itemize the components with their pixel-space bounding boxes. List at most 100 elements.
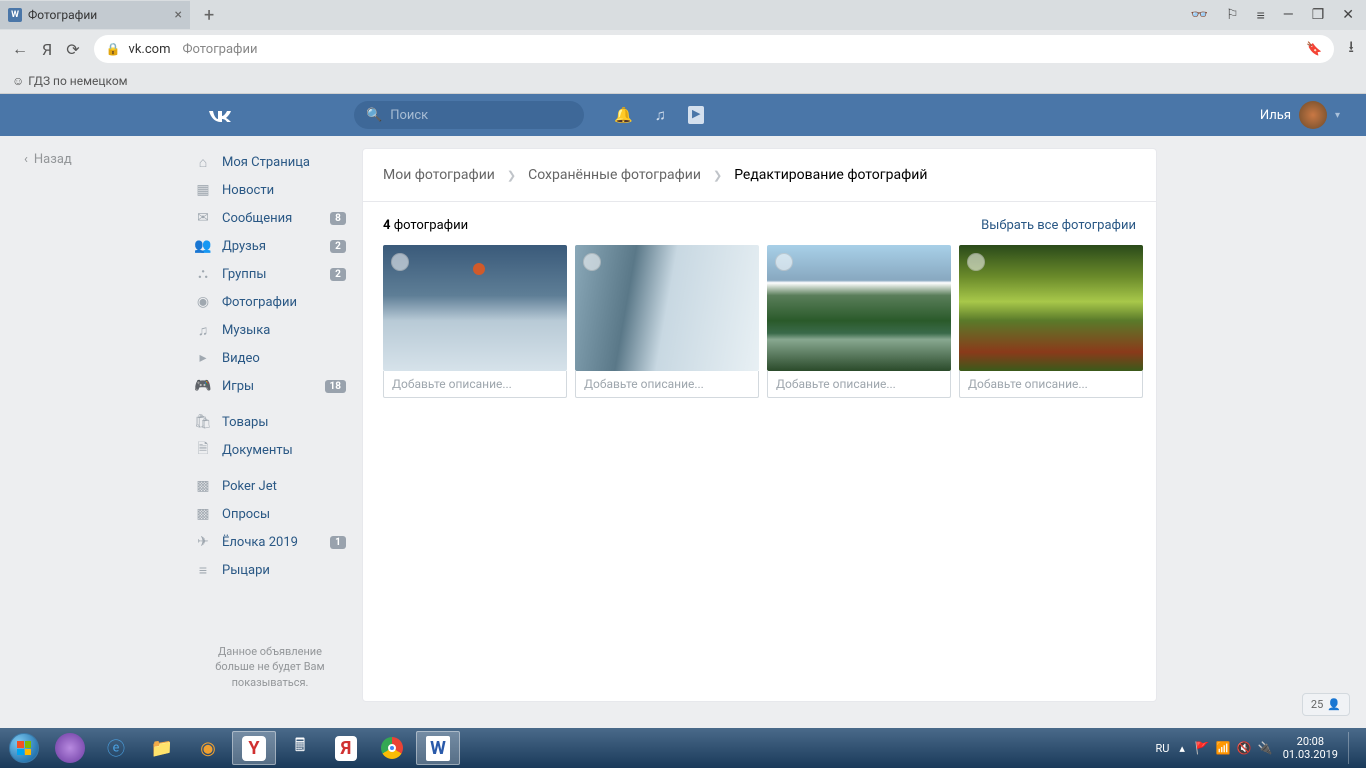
tray-power-icon[interactable]: 🔌 [1258,741,1273,755]
photo-caption-input[interactable]: Добавьте описание... [767,371,951,398]
sidebar-item-video[interactable]: ▸Видео [188,344,352,372]
photo-thumbnail[interactable] [959,245,1143,371]
bag-icon: 🛍 [194,414,212,430]
sidebar-item-label: Друзья [222,239,266,254]
sidebar-item-label: Рыцари [222,563,270,578]
ad-dismissed-note: Данное объявление больше не будет Вам по… [188,644,352,690]
photo-select-checkbox[interactable] [775,253,793,271]
sidebar-item-label: Документы [222,443,293,458]
user-menu[interactable]: Илья ▾ [1260,101,1340,129]
windows-taskbar: ⓔ 📁 ◉ Y 🖩 Я W RU ▴ 🚩 📶 🔇 🔌 20:08 01.03.2… [0,728,1366,768]
tab-close-icon[interactable]: × [175,7,182,23]
sidebar-item-friends[interactable]: 👥Друзья2 [188,232,352,260]
app-icon: ▩ [194,506,212,522]
sidebar-item-label: Музыка [222,323,270,338]
sidebar-item-pokerjet[interactable]: ▩Poker Jet [188,472,352,500]
breadcrumb-saved-photos[interactable]: Сохранённые фотографии [528,167,701,183]
sidebar-item-label: Новости [222,183,274,198]
sidebar-item-label: Группы [222,267,266,282]
taskbar-yandex-icon[interactable]: Я [324,731,368,765]
play-icon[interactable]: ▶ [688,106,704,124]
photo-caption-input[interactable]: Добавьте описание... [575,371,759,398]
news-icon: ▦ [194,182,212,198]
search-input[interactable]: 🔍 Поиск [354,101,584,129]
back-link[interactable]: ‹ Назад [24,152,188,167]
url-field[interactable]: 🔒 vk.com Фотографии 🔖 [94,35,1335,63]
maximize-button[interactable]: ❐ [1312,7,1325,24]
taskbar-clock[interactable]: 20:08 01.03.2019 [1283,735,1338,761]
sidebar-item-music[interactable]: ♫Музыка [188,316,352,344]
person-icon: 👤 [1327,698,1341,711]
taskbar-word-icon[interactable]: W [416,731,460,765]
minimize-button[interactable]: — [1283,7,1294,24]
sidebar-item-photos[interactable]: ◉Фотографии [188,288,352,316]
breadcrumb-my-photos[interactable]: Мои фотографии [383,167,495,183]
show-desktop-button[interactable] [1348,732,1356,764]
music-icon[interactable]: ♫ [655,106,666,124]
incognito-icon[interactable]: 👓 [1191,7,1208,24]
vk-logo-icon[interactable] [206,103,234,128]
sidebar-item-polls[interactable]: ▩Опросы [188,500,352,528]
close-window-button[interactable]: ✕ [1342,7,1354,24]
bookmark-star-icon[interactable]: 🔖 [1306,42,1322,57]
notifications-icon[interactable]: 🔔 [614,106,633,124]
page-body: ‹ Назад ⌂Моя Страница ▦ Новости ✉Сообщени… [0,136,1366,702]
sidebar-item-label: Фотографии [222,295,297,310]
back-label: Назад [34,152,72,167]
sidebar-item-label: Видео [222,351,260,366]
back-button[interactable]: ← [12,39,28,59]
tray-expand-icon[interactable]: ▴ [1179,742,1185,755]
taskbar-explorer-icon[interactable]: 📁 [140,731,184,765]
photo-select-checkbox[interactable] [583,253,601,271]
taskbar-wmp-icon[interactable]: ◉ [186,731,230,765]
taskbar-yandex-browser-icon[interactable]: Y [232,731,276,765]
downloads-button[interactable]: ⭳ [1348,36,1354,63]
sidebar-item-my-page[interactable]: ⌂Моя Страница [188,148,352,176]
address-bar: ← Я ⟳ 🔒 vk.com Фотографии 🔖 ⭳ [0,30,1366,68]
reload-button[interactable]: ⟳ [66,40,79,59]
photo-select-checkbox[interactable] [391,253,409,271]
new-tab-button[interactable]: + [198,5,220,26]
browser-tab[interactable]: W Фотографии × [0,1,190,29]
taskbar-calculator-icon[interactable]: 🖩 [278,731,322,765]
system-tray: RU ▴ 🚩 📶 🔇 🔌 20:08 01.03.2019 [1155,732,1362,764]
bookmarks-panel-icon[interactable]: ⚐ [1226,7,1239,24]
tray-flag-icon[interactable]: 🚩 [1195,741,1210,755]
document-icon: 🗎 [194,438,212,462]
photo-thumbnail[interactable] [383,245,567,371]
start-button[interactable] [4,732,44,764]
photo-select-checkbox[interactable] [967,253,985,271]
friend-requests-button[interactable]: 25 👤 [1302,693,1350,716]
taskbar-chrome-icon[interactable] [370,731,414,765]
chevron-right-icon: ❯ [507,169,516,182]
taskbar-ie-icon[interactable]: ⓔ [94,731,138,765]
sidebar-item-news[interactable]: ▦ Новости [188,176,352,204]
back-column: ‹ Назад [0,136,188,702]
photo-card: Добавьте описание... [959,245,1143,398]
select-all-link[interactable]: Выбрать все фотографии [981,218,1136,233]
sidebar-item-label: Poker Jet [222,479,277,494]
photo-thumbnail[interactable] [767,245,951,371]
sidebar-item-games[interactable]: 🎮Игры18 [188,372,352,400]
badge: 8 [330,212,346,225]
photo-card: Добавьте описание... [383,245,567,398]
tray-network-icon[interactable]: 📶 [1216,741,1231,755]
photo-caption-input[interactable]: Добавьте описание... [383,371,567,398]
bookmark-item[interactable]: ☺ ГДЗ по немецком [12,74,128,88]
tray-volume-icon[interactable]: 🔇 [1237,741,1252,755]
sidebar-item-docs[interactable]: 🗎 Документы [188,436,352,464]
tab-title: Фотографии [28,8,97,22]
sidebar-item-market[interactable]: 🛍 Товары [188,408,352,436]
taskbar-pinned: ⓔ 📁 ◉ Y 🖩 Я W [48,731,460,765]
menu-icon[interactable]: ≡ [1257,7,1265,24]
sidebar-item-label: Товары [222,415,268,430]
photo-thumbnail[interactable] [575,245,759,371]
sidebar-item-yolochka[interactable]: ✈Ёлочка 20191 [188,528,352,556]
photo-caption-input[interactable]: Добавьте описание... [959,371,1143,398]
taskbar-cortana-icon[interactable] [48,731,92,765]
sidebar-item-messages[interactable]: ✉Сообщения8 [188,204,352,232]
input-language[interactable]: RU [1155,742,1169,755]
yandex-home-icon[interactable]: Я [42,40,52,59]
sidebar-item-knights[interactable]: ≡Рыцари [188,556,352,584]
sidebar-item-groups[interactable]: ⛬Группы2 [188,260,352,288]
